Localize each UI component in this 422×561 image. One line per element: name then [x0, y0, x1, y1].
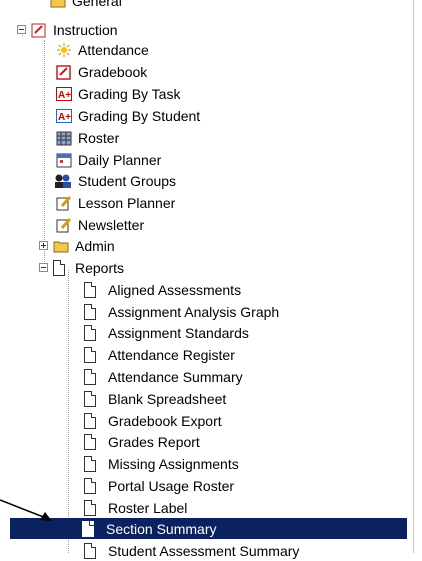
tree-label: Aligned Assessments — [108, 281, 242, 298]
tree-label: Reports — [75, 259, 125, 276]
expand-icon[interactable] — [39, 241, 48, 250]
tree-label: Attendance — [78, 41, 149, 58]
tree-label: Assignment Standards — [108, 324, 249, 341]
tree-label: Admin — [75, 237, 115, 254]
gradebook-icon — [56, 64, 72, 80]
tree-item-grading-by-task[interactable]: A+ Grading By Task — [56, 83, 180, 104]
grading-a-plus-icon: A+ — [56, 108, 72, 124]
tree-item-student-groups[interactable]: Student Groups — [54, 170, 176, 191]
tree-label: Gradebook Export — [108, 412, 222, 429]
tree-item-admin[interactable]: Admin — [39, 235, 115, 256]
report-item[interactable]: Attendance Register — [84, 344, 235, 365]
collapse-icon[interactable] — [17, 25, 26, 34]
tree-label: Blank Spreadsheet — [108, 390, 227, 407]
document-icon — [82, 520, 94, 537]
pencil-note-icon — [56, 217, 72, 233]
tree-label: Newsletter — [78, 216, 145, 233]
document-icon — [84, 499, 96, 516]
tree-label: Student Groups — [78, 172, 177, 189]
tree-item-lesson-planner[interactable]: Lesson Planner — [56, 192, 175, 213]
tree-label: General — [72, 0, 122, 9]
document-icon — [84, 455, 96, 472]
roster-grid-icon — [56, 130, 72, 146]
tree-label: Roster — [78, 129, 120, 146]
tree-item-attendance[interactable]: Attendance — [56, 39, 149, 60]
calendar-icon — [56, 152, 72, 168]
report-item[interactable]: Assignment Analysis Graph — [84, 301, 279, 322]
tree-label: Grading By Task — [78, 85, 181, 102]
report-item[interactable]: Student Assessment Summary — [84, 540, 299, 561]
folder-icon — [50, 0, 66, 9]
tree-label: Lesson Planner — [78, 194, 176, 211]
grading-a-plus-icon: A+ — [56, 86, 72, 102]
report-item[interactable]: Assignment Standards — [84, 322, 249, 343]
tree-item-newsletter[interactable]: Newsletter — [56, 214, 144, 235]
tree-label: Grades Report — [108, 433, 200, 450]
tree-label: Instruction — [53, 21, 118, 38]
tree-label: Student Assessment Summary — [108, 542, 300, 559]
document-icon — [84, 346, 96, 363]
report-item[interactable]: Grades Report — [84, 431, 200, 452]
tree-label: Gradebook — [78, 63, 148, 80]
tree-label: Attendance Register — [108, 346, 235, 363]
tree-connector — [44, 40, 45, 268]
document-icon — [84, 390, 96, 407]
tree-connector — [68, 270, 69, 553]
document-icon — [84, 542, 96, 559]
folder-icon — [53, 238, 69, 254]
tree-item-roster[interactable]: Roster — [56, 127, 119, 148]
report-item-selected[interactable]: Section Summary — [10, 518, 407, 539]
pointer-arrow-icon — [0, 499, 52, 521]
tree-label: Roster Label — [108, 499, 188, 516]
document-icon — [53, 259, 65, 276]
gradebook-icon — [31, 22, 47, 38]
tree-item-instruction[interactable]: Instruction — [17, 19, 118, 40]
tree-label: Section Summary — [106, 520, 217, 537]
report-item[interactable]: Blank Spreadsheet — [84, 388, 226, 409]
tree-label: Portal Usage Roster — [108, 477, 235, 494]
attendance-icon — [56, 42, 72, 58]
tree-label: Grading By Student — [78, 107, 201, 124]
tree-item-gradebook[interactable]: Gradebook — [56, 61, 147, 82]
tree-label: Assignment Analysis Graph — [108, 303, 280, 320]
report-item[interactable]: Attendance Summary — [84, 366, 243, 387]
document-icon — [84, 324, 96, 341]
report-item[interactable]: Gradebook Export — [84, 410, 222, 431]
report-item[interactable]: Missing Assignments — [84, 453, 239, 474]
student-groups-icon — [54, 173, 72, 189]
document-icon — [84, 368, 96, 385]
tree-item-general[interactable]: General — [50, 0, 122, 11]
document-icon — [84, 303, 96, 320]
document-icon — [84, 477, 96, 494]
tree-item-grading-by-student[interactable]: A+ Grading By Student — [56, 105, 200, 126]
pencil-note-icon — [56, 195, 72, 211]
tree-item-daily-planner[interactable]: Daily Planner — [56, 149, 161, 170]
report-item[interactable]: Aligned Assessments — [84, 279, 241, 300]
report-item[interactable]: Roster Label — [84, 497, 187, 518]
panel-border — [413, 0, 414, 553]
document-icon — [84, 412, 96, 429]
svg-text:A+: A+ — [58, 90, 71, 101]
report-item[interactable]: Portal Usage Roster — [84, 475, 234, 496]
tree-label: Daily Planner — [78, 151, 162, 168]
svg-text:A+: A+ — [58, 112, 71, 123]
document-icon — [84, 281, 96, 298]
tree-label: Attendance Summary — [108, 368, 243, 385]
document-icon — [84, 433, 96, 450]
tree-item-reports[interactable]: Reports — [39, 257, 124, 278]
tree-label: Missing Assignments — [108, 455, 239, 472]
collapse-icon[interactable] — [39, 263, 48, 272]
